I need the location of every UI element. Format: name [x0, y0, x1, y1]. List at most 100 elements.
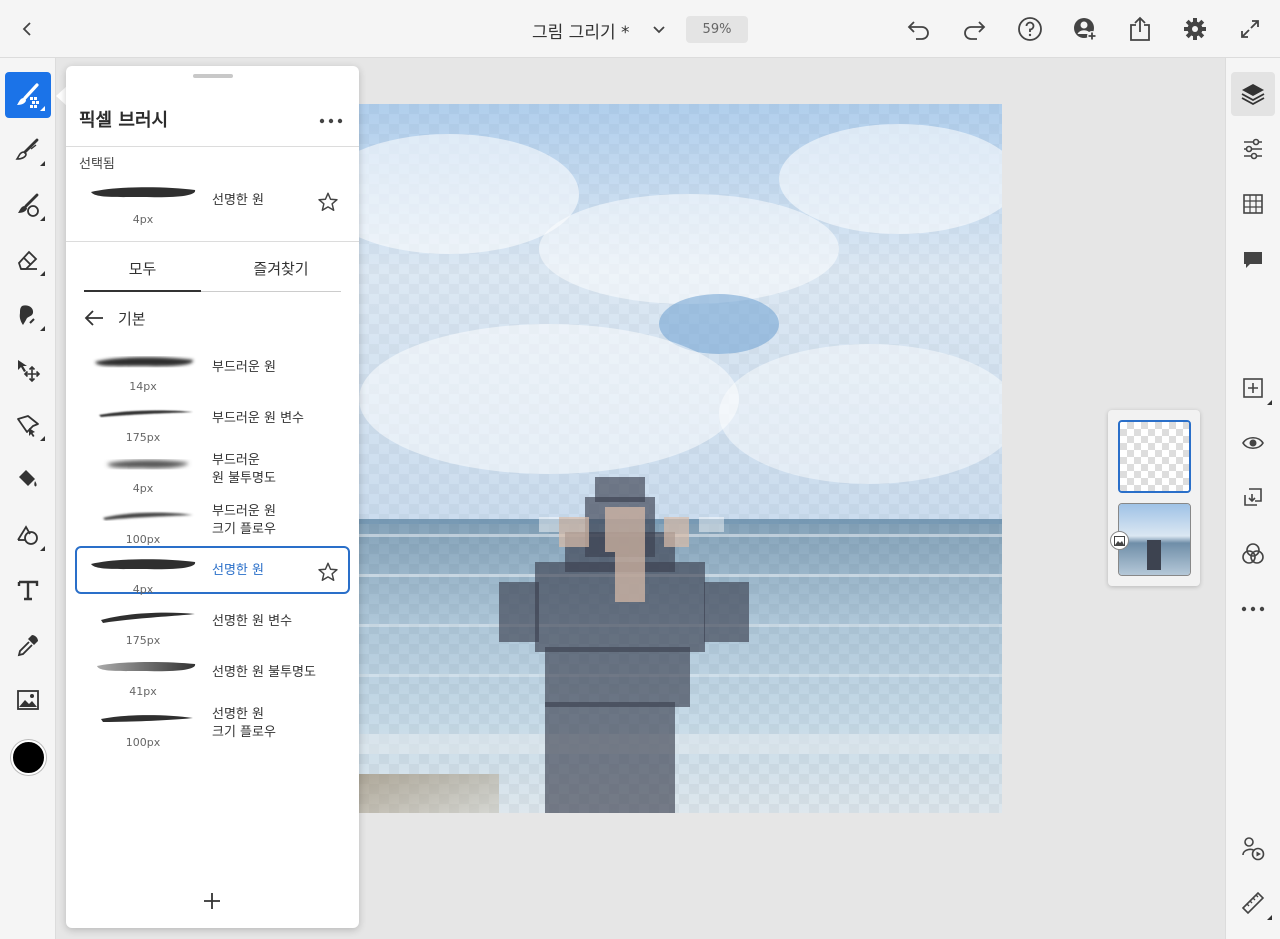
brush-name: 부드러운 원 불투명도 — [212, 452, 276, 488]
brush-name: 선명한 원 — [212, 563, 264, 578]
tab-all[interactable]: 모두 — [84, 244, 201, 292]
pixel-brush-icon — [17, 83, 39, 108]
shape-tool[interactable] — [5, 512, 51, 558]
comments-button[interactable] — [1231, 238, 1275, 282]
visibility-button[interactable] — [1231, 421, 1275, 465]
ruler-button[interactable] — [1231, 881, 1275, 925]
add-layer-button[interactable] — [1231, 366, 1275, 410]
redo-button[interactable] — [958, 13, 990, 45]
blend-mode-button[interactable] — [1231, 532, 1275, 576]
smudge-icon — [19, 305, 35, 325]
layers-button[interactable] — [1231, 72, 1275, 116]
share-button[interactable] — [1124, 13, 1156, 45]
brush-size: 41px — [129, 685, 157, 698]
settings-button[interactable] — [1179, 13, 1211, 45]
smudge-tool[interactable] — [5, 292, 51, 338]
invite-user-icon — [1074, 18, 1097, 41]
blend-mode-icon — [1242, 543, 1264, 564]
eraser-icon — [17, 250, 38, 270]
back-button[interactable] — [12, 13, 44, 45]
eyedropper-tool[interactable] — [5, 622, 51, 668]
grid-button[interactable] — [1231, 182, 1275, 226]
lasso-icon — [17, 415, 39, 437]
star-icon — [318, 192, 338, 211]
undo-button[interactable] — [903, 13, 935, 45]
plus-icon — [204, 893, 220, 909]
live-brush-tool[interactable] — [5, 127, 51, 173]
tab-favorites[interactable]: 즐겨찾기 — [211, 244, 351, 292]
brush-item-selected[interactable]: 4px 선명한 원 — [75, 546, 350, 596]
document-title[interactable]: 그림 그리기 * — [532, 18, 630, 43]
brush-item[interactable]: 100px 선명한 원 크기 플로우 — [75, 702, 350, 750]
shape-icon — [17, 525, 38, 545]
back-icon — [22, 22, 31, 36]
divider — [66, 146, 359, 147]
add-brush-button[interactable] — [199, 888, 225, 914]
brush-item[interactable]: 41px 선명한 원 불투명도 — [75, 651, 350, 699]
brush-name: 선명한 원 — [212, 193, 264, 208]
undo-icon — [907, 21, 929, 40]
brush-stroke-preview — [91, 187, 196, 198]
brush-name-line: 부드러운 원 — [212, 504, 276, 519]
brush-item[interactable]: 4px 부드러운 원 불투명도 — [75, 448, 350, 496]
fill-tool[interactable] — [5, 457, 51, 503]
cloud — [779, 124, 1002, 234]
brush-name: 선명한 원 불투명도 — [212, 665, 316, 680]
favorite-button[interactable] — [315, 559, 341, 585]
brush-name-line: 크기 플로우 — [212, 725, 276, 740]
brush-item[interactable]: 175px 선명한 원 변수 — [75, 600, 350, 648]
lasso-select-tool[interactable] — [5, 402, 51, 448]
favorite-button[interactable] — [315, 189, 341, 215]
vector-brush-tool[interactable] — [5, 182, 51, 228]
brush-item[interactable]: 175px 부드러운 원 변수 — [75, 397, 350, 445]
category-back-button[interactable]: 기본 — [84, 306, 146, 330]
arrow-left-icon — [84, 310, 103, 326]
fullscreen-button[interactable] — [1234, 13, 1266, 45]
place-image-tool[interactable] — [5, 677, 51, 723]
comment-icon — [1244, 252, 1262, 268]
share-icon — [1130, 16, 1150, 41]
brush-size: 175px — [125, 431, 161, 444]
brush-stroke-preview — [107, 460, 189, 469]
livestream-icon — [1242, 837, 1265, 861]
top-bar: 그림 그리기 * 59% — [0, 0, 1280, 58]
cloud — [359, 324, 739, 474]
invite-button[interactable] — [1069, 13, 1101, 45]
current-color-swatch[interactable] — [11, 740, 46, 775]
panel-more-button[interactable] — [316, 110, 346, 132]
merge-down-button[interactable] — [1231, 476, 1275, 520]
divider — [201, 291, 341, 292]
move-transform-tool[interactable] — [5, 347, 51, 393]
brush-name-line: 부드러운 — [212, 453, 260, 468]
image-layer-badge — [1110, 531, 1129, 550]
brush-panel: 픽셀 브러시 선택됨 4px 선명한 원 모두 즐겨찾기 기본 14px 부드러… — [66, 66, 359, 928]
pixel-brush-tool[interactable] — [5, 72, 51, 118]
more-layer-options-button[interactable] — [1231, 587, 1275, 631]
livestream-button[interactable] — [1231, 826, 1275, 870]
brush-name: 선명한 원 크기 플로우 — [212, 706, 276, 742]
artboard-canvas[interactable] — [359, 104, 1002, 813]
eyedropper-icon — [17, 635, 38, 657]
layer-thumbnail-selected[interactable] — [1118, 420, 1191, 493]
eye-icon — [1242, 436, 1264, 450]
person-figure — [499, 477, 749, 813]
zoom-level[interactable]: 59% — [686, 16, 748, 43]
text-tool[interactable] — [5, 567, 51, 613]
help-button[interactable] — [1014, 13, 1046, 45]
photo-layer-figure — [1147, 540, 1161, 570]
category-label: 기본 — [118, 309, 146, 328]
brush-stroke-preview — [91, 559, 196, 570]
brush-name-line: 원 불투명도 — [212, 471, 276, 486]
drag-handle[interactable] — [193, 74, 233, 78]
ruler-icon — [1241, 891, 1265, 915]
star-icon — [318, 562, 338, 581]
right-toolbar — [1225, 58, 1280, 939]
brush-stroke-preview — [97, 661, 196, 672]
layer-properties-button[interactable] — [1231, 127, 1275, 171]
eraser-tool[interactable] — [5, 237, 51, 283]
selected-brush[interactable]: 4px 선명한 원 — [75, 176, 350, 226]
document-menu-button[interactable] — [648, 18, 670, 40]
brush-item[interactable]: 100px 부드러운 원 크기 플로우 — [75, 499, 350, 547]
brush-size: 100px — [125, 533, 161, 546]
brush-item[interactable]: 14px 부드러운 원 — [75, 346, 350, 394]
